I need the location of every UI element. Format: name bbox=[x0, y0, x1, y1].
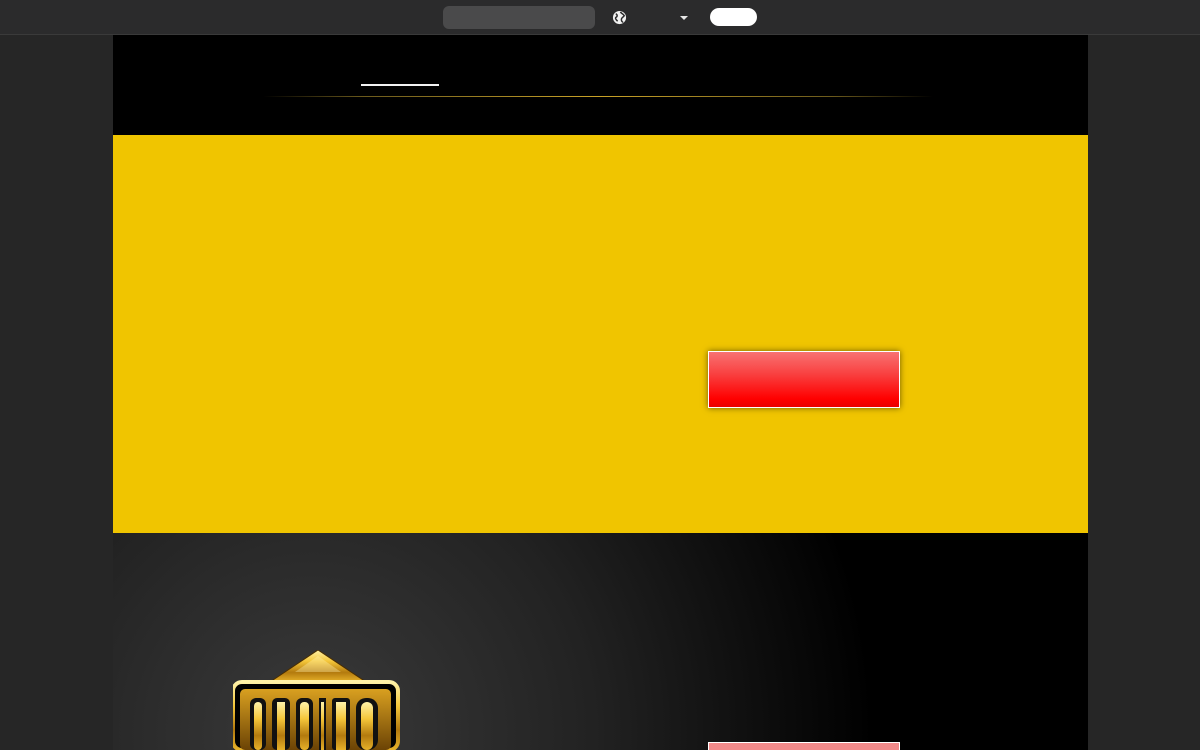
caret-down-icon[interactable] bbox=[680, 16, 688, 20]
search-input[interactable] bbox=[443, 6, 595, 29]
header-divider bbox=[263, 96, 933, 97]
casino-logo bbox=[233, 650, 400, 750]
globe-icon[interactable] bbox=[612, 10, 627, 25]
hero-banner bbox=[113, 135, 1088, 533]
hero-cta-button[interactable] bbox=[708, 351, 900, 408]
page-content bbox=[113, 35, 1088, 750]
nav-active-underline[interactable] bbox=[361, 84, 439, 86]
secondary-cta-button[interactable] bbox=[708, 742, 900, 750]
site-header bbox=[113, 35, 1088, 135]
account-button[interactable] bbox=[710, 8, 757, 26]
top-bar bbox=[0, 0, 1200, 35]
casino-section bbox=[113, 533, 1088, 750]
